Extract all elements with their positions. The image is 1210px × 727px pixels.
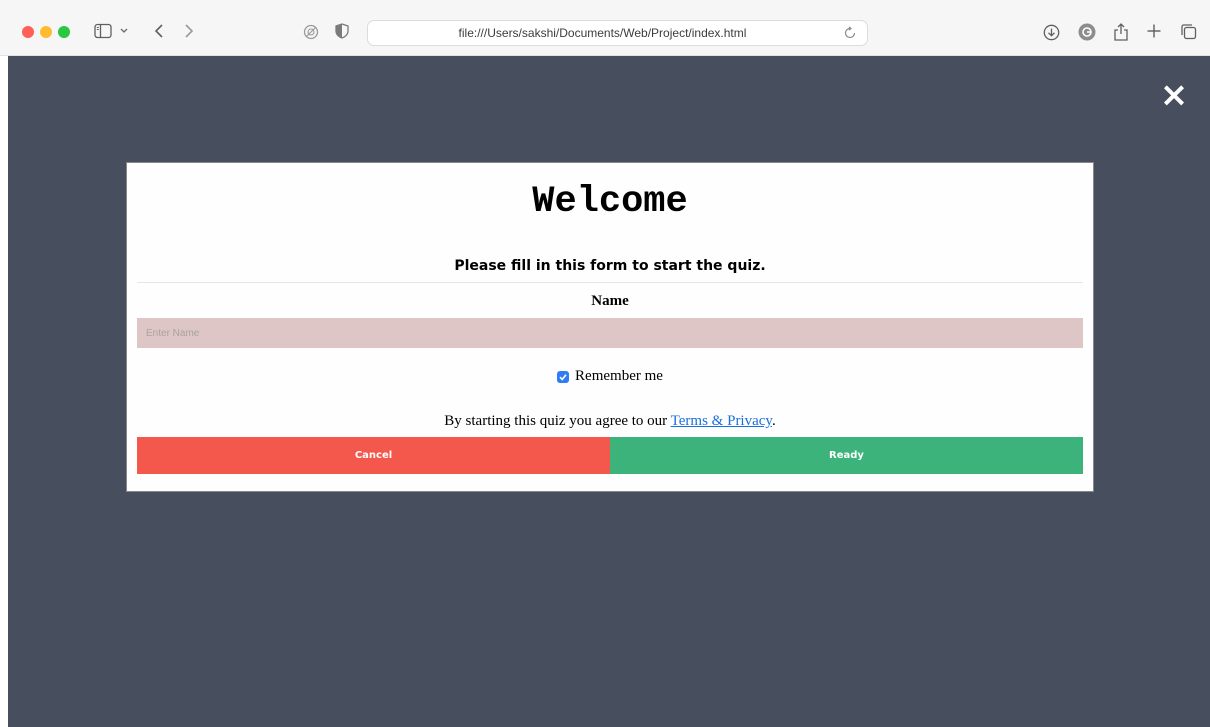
privacy-report-icon[interactable] xyxy=(303,24,319,40)
name-input[interactable] xyxy=(137,318,1083,348)
page-title: Welcome xyxy=(532,181,688,223)
form-subtitle: Please fill in this form to start the qu… xyxy=(454,258,766,274)
minimize-window-button[interactable] xyxy=(40,26,52,38)
shield-icon[interactable] xyxy=(335,23,349,39)
download-icon[interactable] xyxy=(1043,24,1060,41)
close-icon[interactable]: × xyxy=(1159,78,1189,112)
profile-icon[interactable] xyxy=(1078,23,1096,41)
name-label: Name xyxy=(591,293,629,309)
chevron-left-icon[interactable] xyxy=(152,22,166,40)
url-text[interactable]: file:///Users/sakshi/Documents/Web/Proje… xyxy=(368,26,837,40)
terms-prefix: By starting this quiz you agree to our xyxy=(444,413,671,429)
share-icon[interactable] xyxy=(1113,20,1129,42)
ready-button[interactable]: Ready xyxy=(610,437,1083,474)
page-overlay: × Welcome Please fill in this form to st… xyxy=(8,56,1210,727)
terms-privacy-link[interactable]: Terms & Privacy xyxy=(671,413,772,429)
sidebar-icon[interactable] xyxy=(94,22,112,40)
reload-icon[interactable] xyxy=(843,26,857,40)
divider xyxy=(137,282,1083,283)
tab-overview-icon[interactable] xyxy=(1180,23,1197,40)
chevron-down-icon[interactable] xyxy=(118,25,130,37)
plus-icon[interactable] xyxy=(1146,23,1162,39)
zoom-window-button[interactable] xyxy=(58,26,70,38)
remember-me-label: Remember me xyxy=(575,368,663,384)
chevron-right-icon[interactable] xyxy=(182,22,196,40)
cancel-button[interactable]: Cancel xyxy=(137,437,610,474)
terms-notice: By starting this quiz you agree to our T… xyxy=(127,413,1093,430)
browser-toolbar: file:///Users/sakshi/Documents/Web/Proje… xyxy=(0,0,1210,56)
remember-me-row: Remember me xyxy=(127,368,1093,385)
address-bar[interactable]: file:///Users/sakshi/Documents/Web/Proje… xyxy=(367,20,868,46)
terms-suffix: . xyxy=(771,413,776,429)
close-window-button[interactable] xyxy=(22,26,34,38)
remember-me-checkbox[interactable] xyxy=(557,370,570,383)
quiz-form-modal: Welcome Please fill in this form to star… xyxy=(126,162,1094,492)
